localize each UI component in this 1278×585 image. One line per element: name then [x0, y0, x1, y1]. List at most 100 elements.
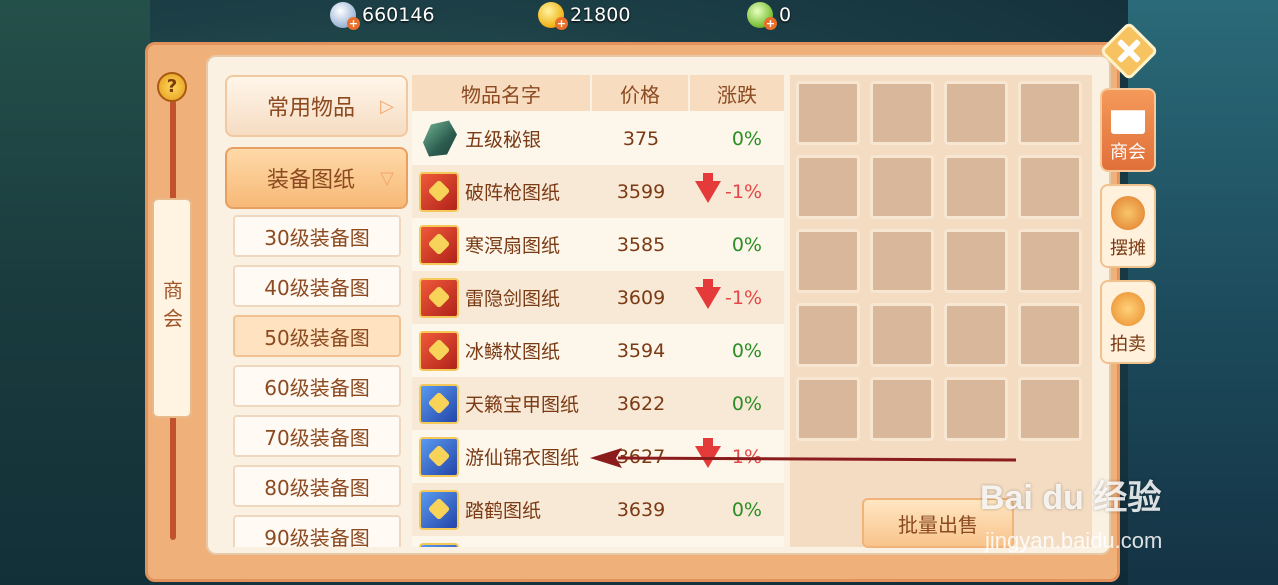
jade-coin-icon: + — [747, 2, 777, 30]
blue-book-icon — [419, 489, 459, 530]
annotation-arrow — [590, 448, 1017, 468]
item-change: 0% — [690, 128, 784, 150]
table-row[interactable]: 五级秘银 375 0% — [412, 112, 784, 165]
tab-chamber-of-commerce[interactable]: 商会 — [1100, 88, 1156, 172]
gold-amount: 21800 — [570, 4, 631, 26]
inventory-slot[interactable] — [870, 155, 934, 219]
item-price: 375 — [622, 127, 660, 150]
change-value: 0% — [731, 233, 762, 256]
inventory-slot[interactable] — [796, 155, 860, 219]
subcategory-level-50[interactable]: 50级装备图 — [233, 315, 401, 357]
baidu-watermark-url: jingyan.baidu.com — [985, 528, 1163, 553]
jade-currency[interactable]: + 0 — [747, 2, 792, 30]
subcategory-level-70[interactable]: 70级装备图 — [233, 415, 401, 457]
help-button[interactable]: ? — [157, 72, 187, 102]
inventory-slot[interactable] — [1018, 229, 1082, 293]
down-arrow-icon — [695, 278, 721, 309]
item-name: 破阵枪图纸 — [465, 182, 561, 204]
add-jade-icon[interactable]: + — [764, 17, 777, 30]
table-row[interactable]: 踏鹤图纸 3639 0% — [412, 483, 784, 536]
background-left — [0, 0, 150, 585]
category-menu: 常用物品 ▷ 装备图纸 ▽ 30级装备图 40级装备图 50级装备图 60级装备… — [225, 75, 408, 547]
silver-currency[interactable]: + 660146 — [330, 2, 435, 30]
silver-coin-icon: + — [330, 2, 360, 30]
table-row[interactable]: 破阵枪图纸 3599 -1% — [412, 165, 784, 218]
item-name: 寒溟扇图纸 — [465, 235, 561, 257]
subcategory-level-30[interactable]: 30级装备图 — [233, 215, 401, 257]
change-value: 0% — [731, 127, 762, 150]
panel-title-scroll: 商会 — [152, 198, 192, 418]
subcategory-level-60[interactable]: 60级装备图 — [233, 365, 401, 407]
tab-label: 拍卖 — [1110, 334, 1146, 355]
table-row[interactable] — [412, 536, 784, 547]
inventory-slot[interactable] — [944, 155, 1008, 219]
inventory-slot[interactable] — [870, 303, 934, 367]
table-row[interactable]: 冰鳞杖图纸 3594 0% — [412, 324, 784, 377]
subcategory-level-90[interactable]: 90级装备图 — [233, 515, 401, 547]
gold-ingot-icon — [1111, 292, 1145, 326]
inventory-slot[interactable] — [870, 377, 934, 441]
inventory-slot[interactable] — [1018, 303, 1082, 367]
coins-icon — [1111, 196, 1145, 230]
tab-label: 摆摊 — [1110, 238, 1146, 259]
inventory-slot[interactable] — [796, 377, 860, 441]
inventory-slot[interactable] — [796, 303, 860, 367]
table-row[interactable]: 寒溟扇图纸 3585 0% — [412, 218, 784, 271]
gold-currency[interactable]: + 21800 — [538, 2, 631, 30]
collapse-arrow-icon: ▽ — [380, 167, 394, 189]
item-price: 3585 — [616, 233, 666, 256]
inventory-slot[interactable] — [796, 229, 860, 293]
item-name: 天籁宝甲图纸 — [465, 394, 580, 416]
inventory-slot[interactable] — [796, 81, 860, 145]
inventory-slot[interactable] — [1018, 81, 1082, 145]
tab-auction[interactable]: 拍卖 — [1100, 280, 1156, 364]
change-value: -1% — [725, 180, 762, 203]
change-value: 0% — [731, 392, 762, 415]
inventory-slot[interactable] — [870, 81, 934, 145]
item-price: 3639 — [616, 498, 666, 521]
item-name: 踏鹤图纸 — [465, 500, 542, 522]
currency-bar: + 660146 + 21800 + 0 — [320, 0, 840, 30]
item-change: 0% — [690, 234, 784, 256]
inventory-slot[interactable] — [944, 229, 1008, 293]
table-row[interactable]: 雷隐剑图纸 3609 -1% — [412, 271, 784, 324]
subcategory-level-80[interactable]: 80级装备图 — [233, 465, 401, 507]
category-equip-blueprints[interactable]: 装备图纸 ▽ — [225, 147, 408, 209]
inventory-slot[interactable] — [1018, 155, 1082, 219]
blue-book-icon — [419, 436, 459, 477]
subcategory-level-40[interactable]: 40级装备图 — [233, 265, 401, 307]
item-price-table: 物品名字 价格 涨跌 五级秘银 375 0% 破阵枪图纸 3599 -1% 寒溟… — [412, 75, 784, 547]
jade-amount: 0 — [779, 4, 792, 26]
inventory-slot[interactable] — [944, 377, 1008, 441]
tab-label: 商会 — [1110, 142, 1146, 163]
panel-title: 商会 — [159, 280, 184, 336]
item-change: -1% — [690, 278, 784, 309]
tab-stall[interactable]: 摆摊 — [1100, 184, 1156, 268]
item-name: 五级秘银 — [465, 129, 542, 151]
inventory-slot[interactable] — [944, 81, 1008, 145]
add-gold-icon[interactable]: + — [555, 17, 568, 30]
item-price: 3622 — [616, 392, 666, 415]
blue-book-icon — [419, 383, 459, 424]
inventory-slot[interactable] — [1018, 377, 1082, 441]
red-book-icon — [419, 277, 459, 318]
inventory-slot[interactable] — [944, 303, 1008, 367]
table-header: 物品名字 价格 涨跌 — [412, 75, 784, 111]
add-silver-icon[interactable]: + — [347, 17, 360, 30]
item-change: 0% — [690, 393, 784, 415]
column-header-price: 价格 — [592, 75, 690, 111]
red-book-icon — [419, 171, 459, 212]
change-value: 0% — [731, 498, 762, 521]
table-row[interactable]: 天籁宝甲图纸 3622 0% — [412, 377, 784, 430]
red-book-icon — [419, 224, 459, 265]
ore-icon — [423, 120, 457, 157]
baidu-watermark-logo: Bai du 经验 — [980, 479, 1162, 517]
item-name: 游仙锦衣图纸 — [465, 447, 580, 469]
item-change: 0% — [690, 340, 784, 362]
item-name: 雷隐剑图纸 — [465, 288, 561, 310]
category-common-items[interactable]: 常用物品 ▷ — [225, 75, 408, 137]
column-header-change: 涨跌 — [717, 82, 757, 107]
down-arrow-icon — [695, 172, 721, 203]
red-book-icon — [419, 330, 459, 371]
inventory-slot[interactable] — [870, 229, 934, 293]
